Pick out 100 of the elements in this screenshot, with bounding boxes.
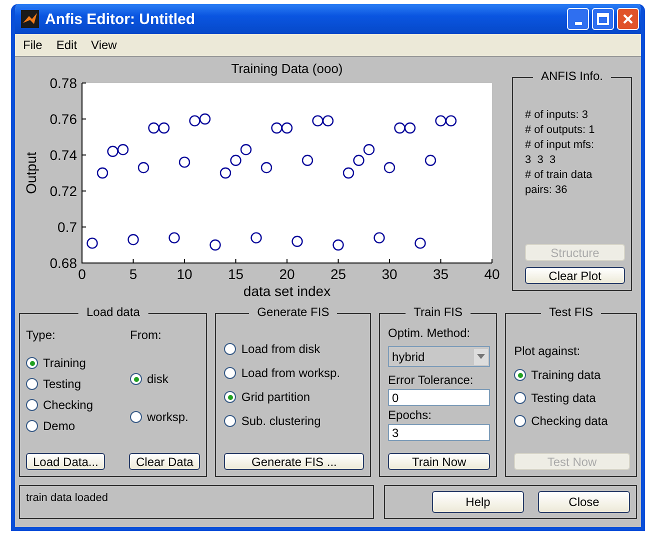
panel-button[interactable]: Load Data... bbox=[26, 453, 106, 470]
epochs-field[interactable]: 3 bbox=[388, 424, 490, 441]
data-point bbox=[271, 122, 282, 134]
radio-option[interactable]: Testing bbox=[26, 377, 118, 391]
radio-option[interactable]: Training data bbox=[514, 368, 630, 382]
status-text: train data loaded bbox=[26, 492, 108, 504]
data-point bbox=[342, 167, 354, 179]
panel-button[interactable]: Clear Plot bbox=[525, 267, 625, 284]
y-tick-label: 0.72 bbox=[50, 183, 77, 199]
train-button[interactable]: Train Now bbox=[388, 453, 490, 470]
window-title: Anfis Editor: Untitled bbox=[45, 10, 196, 28]
data-point bbox=[128, 234, 139, 246]
dialog-button[interactable]: Close bbox=[538, 491, 630, 513]
x-tick-label: 0 bbox=[78, 266, 86, 282]
data-point bbox=[189, 115, 200, 126]
method-label: Optim. Method: bbox=[388, 326, 472, 340]
from-label: From: bbox=[130, 328, 162, 342]
panel-title: Train FIS bbox=[406, 305, 471, 319]
data-point bbox=[148, 122, 160, 134]
data-point bbox=[281, 122, 293, 134]
y-tick-label: 0.76 bbox=[50, 111, 77, 127]
data-point bbox=[424, 154, 436, 166]
maximize-button[interactable] bbox=[592, 8, 614, 30]
type-label: Type: bbox=[26, 328, 56, 342]
plot-against-label: Plot against: bbox=[514, 344, 582, 358]
data-point bbox=[210, 239, 221, 251]
data-point bbox=[363, 144, 375, 156]
panel-button[interactable]: Clear Data bbox=[129, 453, 200, 470]
data-point bbox=[394, 122, 406, 134]
maximize-icon bbox=[597, 13, 609, 25]
data-point bbox=[445, 115, 457, 126]
data-point bbox=[414, 238, 426, 249]
data-point bbox=[384, 162, 396, 174]
data-point bbox=[292, 236, 303, 247]
x-tick-label: 35 bbox=[432, 266, 449, 282]
radio-option[interactable]: Training bbox=[26, 356, 118, 370]
panel-title: Test FIS bbox=[541, 305, 602, 319]
y-tick-label: 0.68 bbox=[50, 255, 77, 271]
data-point bbox=[322, 115, 334, 126]
app-icon bbox=[21, 10, 39, 28]
radio-option[interactable]: Checking bbox=[26, 398, 118, 412]
info-text: 3 3 3 bbox=[525, 153, 557, 168]
radio-option[interactable]: Testing data bbox=[514, 391, 630, 405]
data-point bbox=[404, 122, 416, 134]
radio-option[interactable]: Load from disk bbox=[224, 342, 364, 356]
radio-option[interactable]: Demo bbox=[26, 419, 118, 433]
info-text: # of train data bbox=[525, 168, 594, 183]
data-point bbox=[138, 162, 150, 174]
x-tick-label: 20 bbox=[279, 266, 295, 282]
menu-item[interactable]: File bbox=[23, 38, 42, 52]
generate-button[interactable]: Generate FIS ... bbox=[224, 453, 364, 470]
data-point bbox=[199, 113, 211, 125]
chart-title: Training Data (ooo) bbox=[231, 61, 343, 76]
menu-item[interactable]: View bbox=[91, 38, 117, 52]
x-tick-label: 30 bbox=[382, 266, 398, 282]
data-point bbox=[107, 146, 118, 157]
y-tick-label: 0.74 bbox=[50, 147, 77, 163]
epochs-label: Epochs: bbox=[388, 408, 432, 422]
data-point bbox=[302, 154, 314, 166]
x-tick-label: 10 bbox=[176, 266, 192, 282]
minimize-icon bbox=[574, 22, 582, 24]
dialog-button[interactable]: Help bbox=[432, 491, 524, 513]
radio-option[interactable]: disk bbox=[130, 372, 188, 386]
data-point bbox=[158, 122, 170, 134]
data-point bbox=[220, 167, 232, 179]
data-point bbox=[240, 144, 252, 156]
x-tick-label: 25 bbox=[330, 266, 346, 282]
radio-option[interactable]: Load from worksp. bbox=[224, 366, 364, 380]
y-tick-label: 0.7 bbox=[58, 219, 77, 235]
tolerance-field[interactable]: 0 bbox=[388, 389, 490, 406]
info-text: pairs: 36 bbox=[525, 183, 568, 198]
radio-option[interactable]: Sub. clustering bbox=[224, 414, 364, 428]
menu-item[interactable]: Edit bbox=[56, 38, 78, 52]
panel-title: ANFIS Info. bbox=[532, 69, 612, 83]
x-tick-label: 40 bbox=[484, 266, 500, 282]
close-icon bbox=[622, 13, 634, 25]
tolerance-label: Error Tolerance: bbox=[388, 373, 474, 387]
close-button[interactable] bbox=[617, 8, 639, 30]
data-point bbox=[117, 144, 129, 156]
data-point bbox=[250, 232, 262, 244]
x-tick-label: 5 bbox=[129, 266, 138, 282]
radio-option[interactable]: worksp. bbox=[130, 410, 188, 424]
data-point bbox=[178, 156, 190, 168]
data-point bbox=[230, 154, 242, 166]
x-tick-label: 15 bbox=[228, 266, 244, 282]
method-dropdown[interactable]: hybrid bbox=[388, 346, 490, 367]
radio-option[interactable]: Checking data bbox=[514, 414, 630, 428]
data-point bbox=[312, 115, 324, 126]
data-point bbox=[260, 162, 272, 174]
minimize-button[interactable] bbox=[567, 8, 589, 30]
info-text: # of outputs: 1 bbox=[525, 123, 596, 138]
info-text: # of input mfs: bbox=[525, 138, 596, 153]
info-text: # of inputs: 3 bbox=[525, 108, 589, 123]
data-point bbox=[353, 154, 364, 166]
y-tick-label: 0.78 bbox=[50, 75, 77, 91]
data-point bbox=[168, 232, 180, 244]
radio-option[interactable]: Grid partition bbox=[224, 390, 364, 404]
data-point bbox=[374, 232, 385, 244]
panel-title: Load data bbox=[78, 305, 148, 319]
dropdown-icon bbox=[477, 354, 486, 359]
